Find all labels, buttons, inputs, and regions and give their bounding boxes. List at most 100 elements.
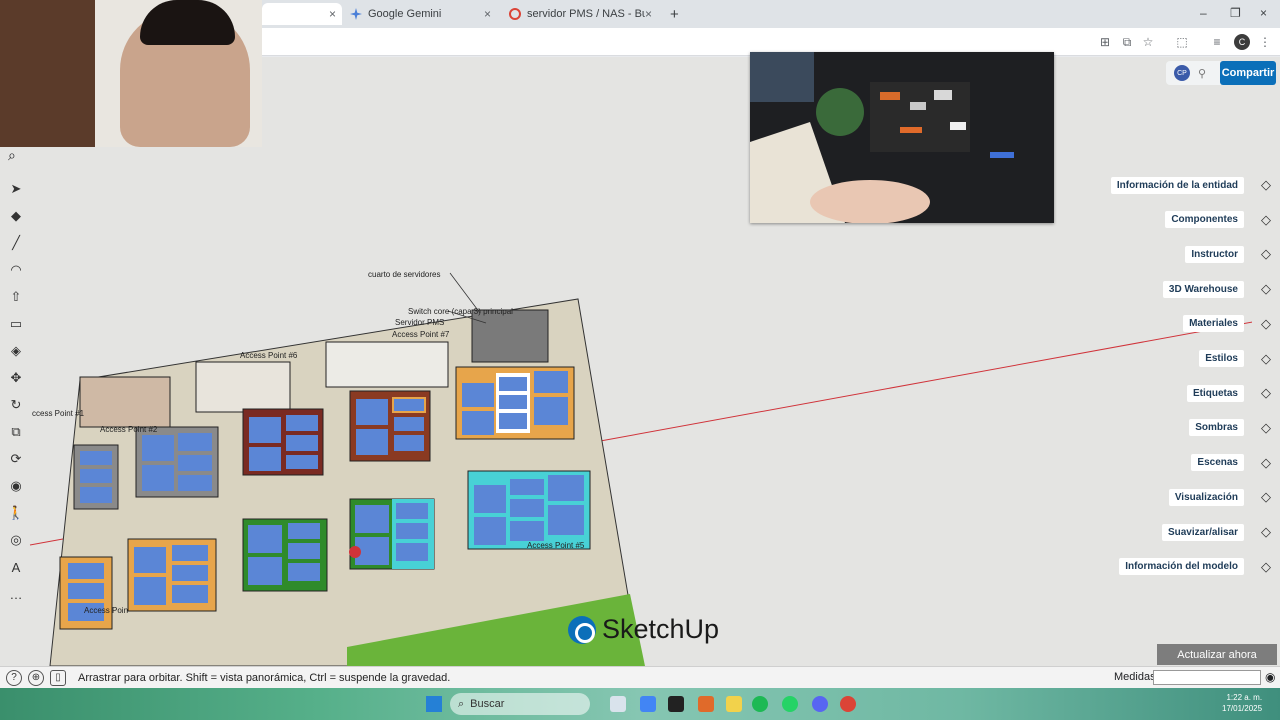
gemini-icon [350, 8, 362, 20]
taskbar-clock[interactable]: 1:22 a. m. 17/01/2025 [1222, 692, 1262, 714]
spotify-taskbar-icon[interactable] [752, 696, 768, 712]
label-ap1: ccess Point #1 [32, 409, 85, 418]
tray-item-warehouse[interactable]: 3D Warehouse ◇ [1162, 274, 1280, 304]
task-view-icon[interactable] [610, 696, 626, 712]
paint-bucket-tool-icon: ◈ [11, 343, 21, 358]
rotate-tool-icon: ↻ [10, 397, 22, 412]
os-taskbar: ⌕ Buscar 1:22 a. m. 17/01/2025 [0, 688, 1280, 720]
close-window-button[interactable]: × [1260, 6, 1267, 20]
soften-icon: ◇ [1252, 518, 1280, 546]
globe-icon[interactable]: ⊕ [28, 669, 44, 686]
select-tool-icon: ➤ [10, 181, 22, 196]
orbit-cursor-icon [349, 546, 361, 558]
google-icon [509, 8, 521, 20]
model-view[interactable]: cuarto de servidores Switch core (capa 3… [0, 57, 1280, 666]
tape-tool[interactable]: ◉ [4, 474, 28, 498]
rotate-tool[interactable]: ↻ [4, 393, 28, 417]
line-tool[interactable]: ╱ [4, 231, 28, 255]
cast-icon[interactable]: ⧉ [1120, 35, 1134, 49]
tray-item-soften[interactable]: Suavizar/alisar ◇ [1161, 517, 1280, 547]
account-icon[interactable]: ▯ [50, 669, 66, 686]
tray-item-model-info[interactable]: Información del modelo ◇ [1119, 552, 1280, 582]
pushpull-tool[interactable]: ⇧ [4, 285, 28, 309]
tray-item-instructor[interactable]: Instructor ◇ [1185, 239, 1280, 269]
update-now-button[interactable]: Actualizar ahora [1157, 644, 1277, 665]
search-tool-icon[interactable]: ⌕ [8, 147, 16, 164]
tray-item-info-cube[interactable]: Información de la entidad ◇ [1110, 170, 1280, 200]
media-control-icon[interactable]: ≡ [1210, 35, 1224, 49]
look-around-tool[interactable]: ◎ [4, 528, 28, 552]
components-icon: ◇ [1252, 205, 1280, 234]
tab-active[interactable]: × [262, 3, 342, 25]
taskbar-search[interactable]: ⌕ Buscar [450, 693, 590, 715]
move-tool[interactable]: ✥ [4, 366, 28, 390]
app2-taskbar-icon[interactable] [698, 696, 714, 712]
text-tool[interactable]: A [4, 555, 28, 579]
room-group-cyan [467, 470, 591, 550]
sketchup-viewport[interactable]: cuarto de servidores Switch core (capa 3… [0, 57, 1280, 666]
close-tab-icon[interactable]: × [484, 7, 491, 21]
room-top-2 [195, 361, 291, 413]
room-group-orange-white [455, 366, 575, 440]
translate-icon[interactable]: ⊞ [1098, 35, 1112, 49]
close-tab-icon[interactable]: × [645, 7, 652, 21]
server-room-box [471, 309, 549, 363]
tray-item-tags[interactable]: Etiquetas ◇ [1186, 378, 1280, 408]
eraser-tool[interactable]: ◆ [4, 204, 28, 228]
text-tool-icon: A [11, 559, 21, 575]
tray-item-styles[interactable]: Estilos ◇ [1199, 344, 1280, 374]
tab-google-gemini[interactable]: Google Gemini × [342, 3, 497, 25]
extensions-icon[interactable]: ⬚ [1175, 35, 1189, 49]
help-icon[interactable]: ? [6, 669, 22, 686]
label-ap2: Access Point #2 [100, 425, 158, 434]
profile-avatar[interactable]: C [1234, 34, 1250, 50]
arc-tool-icon: ◠ [10, 262, 22, 277]
look-around-tool-icon: ◎ [10, 532, 22, 547]
restore-button[interactable]: ❐ [1230, 6, 1241, 20]
windows-start-icon[interactable] [426, 696, 442, 712]
room-group-green-cyan [349, 498, 435, 570]
discord-taskbar-icon[interactable] [812, 696, 828, 712]
chrome-taskbar-icon[interactable] [640, 696, 656, 712]
whatsapp-taskbar-icon[interactable] [782, 696, 798, 712]
app-taskbar-icon[interactable] [668, 696, 684, 712]
more-tools[interactable]: … [4, 582, 28, 606]
share-area: CP ⚲ Compartir [1166, 61, 1276, 85]
tray-item-display[interactable]: Visualización ◇ [1168, 482, 1280, 512]
room-top-3 [325, 341, 449, 388]
bookmark-star-icon[interactable]: ☆ [1141, 35, 1155, 49]
room-group-gray-2 [135, 426, 219, 498]
tab-servidor-pms[interactable]: servidor PMS / NAS - Buscar co × [501, 3, 658, 25]
tray-item-components[interactable]: Componentes ◇ [1165, 205, 1280, 235]
tool-palette: ➤ ◆ ╱ ◠ ⇧ ▭ ◈ ✥ ↻ ⧉ ⟳ ◉ 🚶 ◎ A … [4, 177, 30, 609]
room-group-maroon [242, 408, 324, 476]
label-ap5: Access Point #5 [527, 541, 585, 550]
orbit-tool[interactable]: ⟳ [4, 447, 28, 471]
tray-item-scenes[interactable]: Escenas ◇ [1191, 448, 1280, 478]
minimize-button[interactable]: – [1200, 6, 1207, 20]
menu-kebab-icon[interactable]: ⋮ [1258, 35, 1272, 49]
select-tool[interactable]: ➤ [4, 177, 28, 201]
label-ap-bottom: Access Poin [84, 606, 128, 615]
sketchup-logo: SketchUp [568, 614, 719, 645]
arc-tool[interactable]: ◠ [4, 258, 28, 282]
measurements-field[interactable] [1153, 670, 1261, 685]
tags-icon: ◇ [1252, 379, 1280, 408]
label-server-room: cuarto de servidores [368, 270, 440, 279]
tray-item-shadows[interactable]: Sombras ◇ [1189, 413, 1280, 443]
tray-item-materials[interactable]: Materiales ◇ [1183, 309, 1280, 339]
explorer-taskbar-icon[interactable] [726, 696, 742, 712]
styles-icon: ◇ [1252, 344, 1280, 373]
new-tab-button[interactable]: + [662, 3, 684, 25]
walk-tool[interactable]: 🚶 [4, 501, 28, 525]
scenes-icon: ◇ [1252, 448, 1280, 477]
scale-tool[interactable]: ⧉ [4, 420, 28, 444]
eraser-tool-icon: ◆ [11, 208, 21, 223]
picture-in-picture-video[interactable] [750, 52, 1054, 223]
close-tab-icon[interactable]: × [329, 7, 336, 21]
chrome2-taskbar-icon[interactable] [840, 696, 856, 712]
paint-bucket-tool[interactable]: ◈ [4, 339, 28, 363]
share-button[interactable]: Compartir [1220, 61, 1276, 85]
rectangle-tool[interactable]: ▭ [4, 312, 28, 336]
collaborator-avatar[interactable]: CP [1174, 65, 1190, 81]
